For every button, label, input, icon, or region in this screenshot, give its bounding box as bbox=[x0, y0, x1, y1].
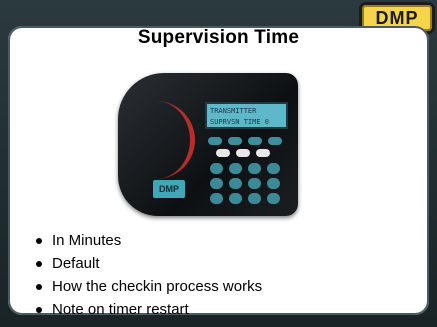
bullet-icon bbox=[36, 306, 42, 313]
keypad-white-key bbox=[216, 149, 230, 157]
bullet-list: In Minutes Default How the checkin proce… bbox=[34, 229, 262, 321]
presentation-frame: DMP Supervision Time TRANSMITTER SUPRVSN… bbox=[0, 0, 437, 327]
keypad-number-key bbox=[229, 163, 242, 174]
keypad-number-key bbox=[210, 178, 223, 189]
bullet-item: Default bbox=[34, 252, 262, 275]
slide-canvas: Supervision Time TRANSMITTER SUPRVSN TIM… bbox=[8, 26, 429, 318]
bullet-text: Default bbox=[52, 255, 100, 272]
keypad-lcd-display: TRANSMITTER SUPRVSN TIME 0 bbox=[205, 102, 288, 129]
keypad-number-key bbox=[248, 193, 261, 204]
keypad-number-key bbox=[210, 163, 223, 174]
bullet-text: How the checkin process works bbox=[52, 278, 263, 295]
keypad-number-key bbox=[248, 178, 261, 189]
keypad-function-key bbox=[248, 137, 262, 145]
keypad-brand-badge: DMP bbox=[153, 180, 185, 198]
bullet-text: Note on timer restart bbox=[52, 301, 189, 318]
keypad-number-key bbox=[267, 178, 280, 189]
keypad-number-key bbox=[267, 193, 280, 204]
bullet-item: Note on timer restart bbox=[34, 298, 262, 321]
lcd-line-2: SUPRVSN TIME 0 bbox=[210, 118, 270, 126]
lcd-line-1: TRANSMITTER bbox=[210, 107, 257, 115]
red-indicator-arc bbox=[154, 101, 195, 179]
keypad-number-key bbox=[248, 163, 261, 174]
keypad-function-key bbox=[268, 137, 282, 145]
keypad-number-key bbox=[229, 178, 242, 189]
keypad-number-key bbox=[210, 193, 223, 204]
bullet-icon bbox=[36, 237, 42, 244]
keypad-number-key bbox=[267, 163, 280, 174]
keypad-white-key bbox=[236, 149, 250, 157]
bullet-icon bbox=[36, 260, 42, 267]
keypad-function-key bbox=[228, 137, 242, 145]
keypad-device-image: TRANSMITTER SUPRVSN TIME 0 DMP bbox=[118, 73, 298, 216]
keypad-white-key bbox=[256, 149, 270, 157]
keypad-number-key bbox=[229, 193, 242, 204]
bullet-item: How the checkin process works bbox=[34, 275, 262, 298]
bullet-text: In Minutes bbox=[52, 232, 122, 249]
slide-title: Supervision Time bbox=[137, 27, 300, 48]
bullet-icon bbox=[36, 283, 42, 290]
keypad-function-key bbox=[208, 137, 222, 145]
bullet-item: In Minutes bbox=[34, 229, 262, 252]
